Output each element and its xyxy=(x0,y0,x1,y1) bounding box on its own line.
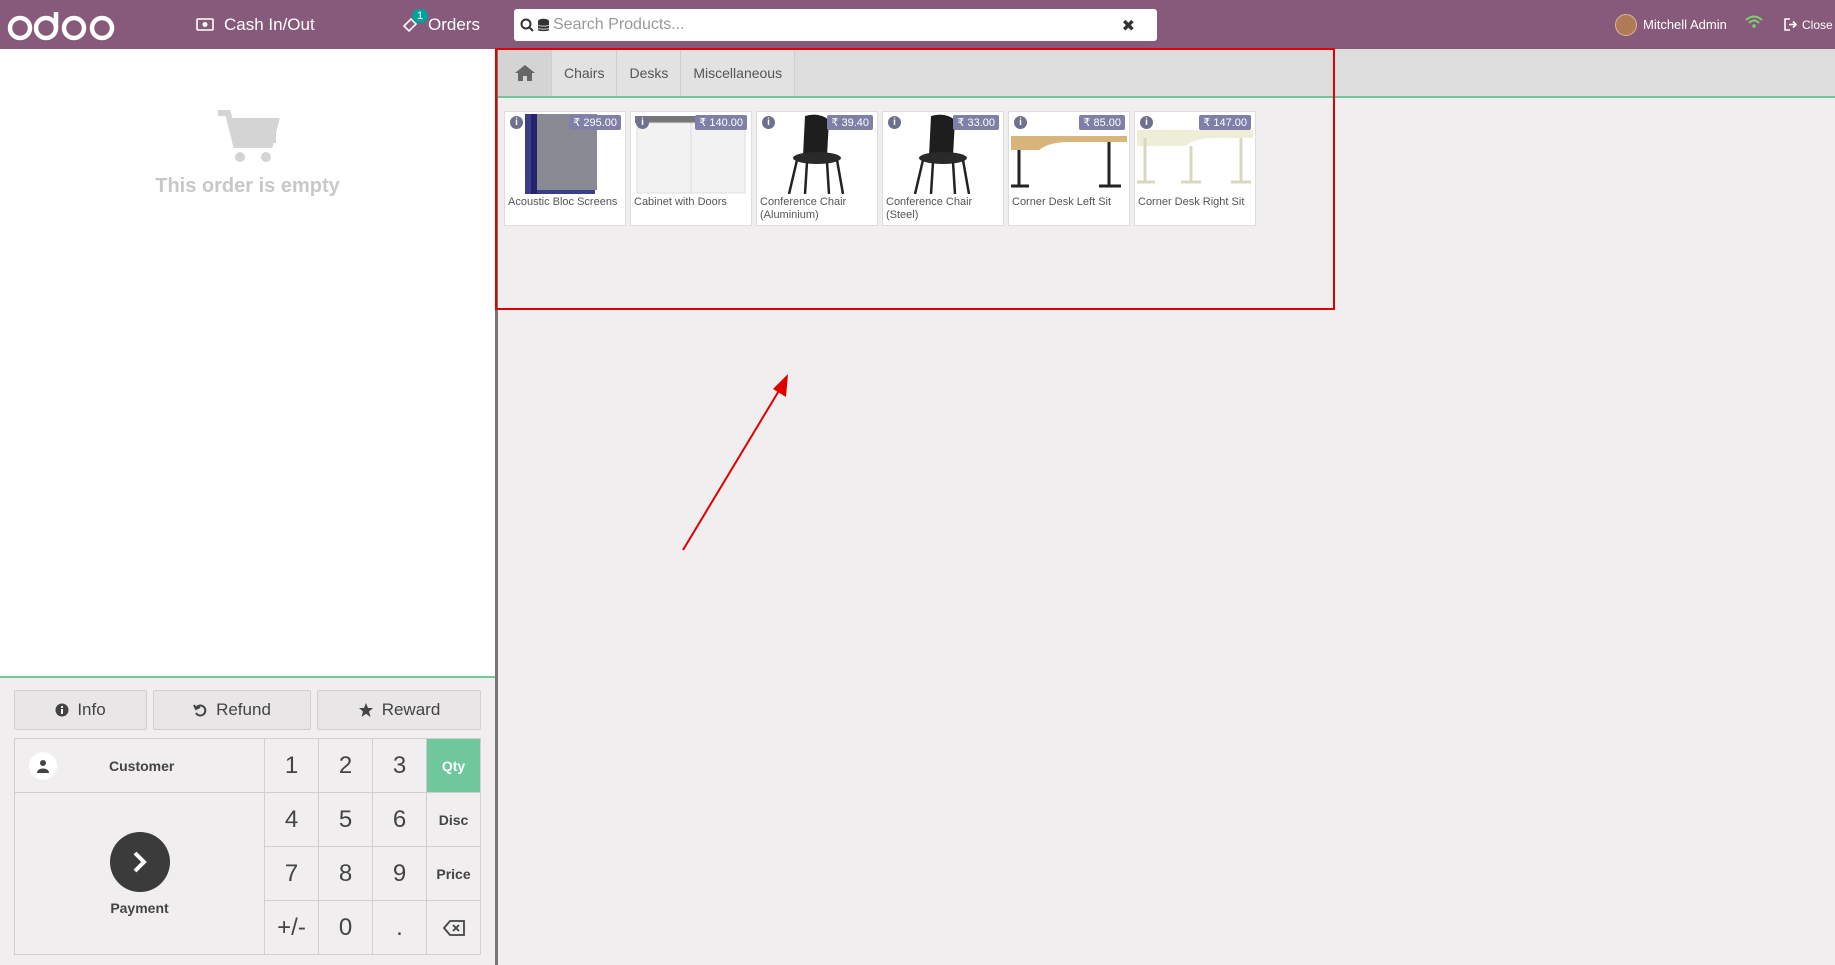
orders-count-badge: 1 xyxy=(412,9,429,23)
numpad-key-3[interactable]: 3 xyxy=(373,739,427,793)
numpad-key-2[interactable]: 2 xyxy=(319,739,373,793)
numpad-key-0[interactable]: 0 xyxy=(319,901,373,955)
star-icon xyxy=(358,702,374,718)
close-session-button[interactable]: Close xyxy=(1784,0,1833,49)
numpad-key-5[interactable]: 5 xyxy=(319,793,373,847)
undo-icon xyxy=(193,703,208,718)
product-price: ₹ 140.00 xyxy=(695,115,747,130)
order-pane: This order is empty Info Refund Reward C… xyxy=(0,49,498,965)
refund-label: Refund xyxy=(216,700,271,719)
category-bar: Chairs Desks Miscellaneous xyxy=(498,49,1835,98)
product-price: ₹ 295.00 xyxy=(569,115,621,130)
cash-in-out-label: Cash In/Out xyxy=(224,14,315,34)
info-button[interactable]: Info xyxy=(14,690,147,730)
price-mode-button[interactable]: Price xyxy=(427,847,481,901)
action-pad: Customer Payment xyxy=(14,738,265,955)
product-info-icon[interactable]: i xyxy=(1140,116,1153,129)
product-info-icon[interactable]: i xyxy=(762,116,775,129)
barcode-database-icon xyxy=(537,18,550,33)
disc-mode-button[interactable]: Disc xyxy=(427,793,481,847)
product-name: Conference Chair (Steel) xyxy=(886,196,973,221)
close-label: Close xyxy=(1802,17,1833,32)
numpad-key-7[interactable]: 7 xyxy=(265,847,319,901)
product-card[interactable]: i ₹ 33.00 Conference Chair (Steel) xyxy=(882,111,1004,226)
odoo-logo[interactable] xyxy=(6,8,118,42)
numpad-key-6[interactable]: 6 xyxy=(373,793,427,847)
sign-out-icon xyxy=(1784,18,1798,31)
numpad-key-4[interactable]: 4 xyxy=(265,793,319,847)
product-price: ₹ 39.40 xyxy=(827,115,873,130)
clear-search-icon[interactable]: ✖ xyxy=(1122,16,1135,36)
product-name: Cabinet with Doors xyxy=(634,196,727,208)
product-name: Conference Chair (Aluminium) xyxy=(760,196,847,221)
control-pad: Info Refund Reward Customer Payment 1 2 … xyxy=(0,676,495,965)
product-info-icon[interactable]: i xyxy=(1014,116,1027,129)
money-icon xyxy=(196,18,214,31)
product-price: ₹ 85.00 xyxy=(1079,115,1125,130)
category-chairs[interactable]: Chairs xyxy=(552,49,618,96)
empty-order-message: This order is empty xyxy=(0,109,495,198)
product-name: Acoustic Bloc Screens xyxy=(508,196,618,208)
orders-label: Orders xyxy=(428,14,480,34)
top-header: Cash In/Out 1 Orders ✖ Mitchell Admin Cl… xyxy=(0,0,1835,49)
refund-button[interactable]: Refund xyxy=(153,690,311,730)
product-info-icon[interactable]: i xyxy=(888,116,901,129)
qty-mode-button[interactable]: Qty xyxy=(427,739,481,793)
reward-label: Reward xyxy=(381,700,441,719)
backspace-icon xyxy=(442,919,465,936)
search-icon xyxy=(520,18,534,32)
customer-button[interactable]: Customer xyxy=(15,739,264,793)
product-price: ₹ 33.00 xyxy=(953,115,999,130)
product-list: i ₹ 295.00 Acoustic Bloc Screens i ₹ 140… xyxy=(504,111,1256,226)
numpad-key-9[interactable]: 9 xyxy=(373,847,427,901)
numpad-key-8[interactable]: 8 xyxy=(319,847,373,901)
product-card[interactable]: i ₹ 147.00 Corner Desk Right Sit xyxy=(1134,111,1256,226)
customer-label: Customer xyxy=(109,757,175,774)
info-label: Info xyxy=(77,700,106,719)
info-icon xyxy=(55,703,69,717)
payment-label: Payment xyxy=(110,900,169,916)
payment-button[interactable]: Payment xyxy=(15,794,264,954)
numpad: 1 2 3 Qty 4 5 6 Disc 7 8 9 Price +/- 0 . xyxy=(265,738,481,955)
user-name: Mitchell Admin xyxy=(1643,17,1727,32)
numpad-key-1[interactable]: 1 xyxy=(265,739,319,793)
product-card[interactable]: i ₹ 85.00 Corner Desk Left Sit xyxy=(1008,111,1130,226)
orders-button[interactable]: 1 Orders xyxy=(402,0,480,49)
product-search-bar: ✖ xyxy=(514,9,1157,41)
home-category-button[interactable] xyxy=(498,49,552,96)
product-name: Corner Desk Left Sit xyxy=(1012,196,1112,208)
product-price: ₹ 147.00 xyxy=(1199,115,1251,130)
shopping-cart-icon xyxy=(217,110,280,162)
category-desks[interactable]: Desks xyxy=(617,49,682,96)
product-card[interactable]: i ₹ 140.00 Cabinet with Doors xyxy=(630,111,752,226)
numpad-key-plus-minus[interactable]: +/- xyxy=(265,901,319,955)
chevron-right-icon xyxy=(133,851,147,873)
category-miscellaneous[interactable]: Miscellaneous xyxy=(681,49,796,96)
empty-order-text: This order is empty xyxy=(155,175,340,197)
reward-button[interactable]: Reward xyxy=(317,690,481,730)
wifi-icon[interactable] xyxy=(1744,14,1764,35)
user-menu[interactable]: Mitchell Admin xyxy=(1615,0,1727,49)
payment-circle xyxy=(109,832,170,892)
product-card[interactable]: i ₹ 39.40 Conference Chair (Aluminium) xyxy=(756,111,878,226)
product-card[interactable]: i ₹ 295.00 Acoustic Bloc Screens xyxy=(504,111,626,226)
user-icon xyxy=(29,751,57,780)
product-info-icon[interactable]: i xyxy=(510,116,523,129)
backspace-button[interactable] xyxy=(427,901,481,955)
search-input[interactable] xyxy=(553,16,1113,34)
product-info-icon[interactable]: i xyxy=(636,116,649,129)
home-icon xyxy=(514,64,535,81)
product-name: Corner Desk Right Sit xyxy=(1138,196,1245,208)
cash-in-out-button[interactable]: Cash In/Out xyxy=(196,0,315,49)
annotation-arrow-icon xyxy=(682,374,788,551)
avatar xyxy=(1615,13,1637,36)
numpad-key-dot[interactable]: . xyxy=(373,901,427,955)
